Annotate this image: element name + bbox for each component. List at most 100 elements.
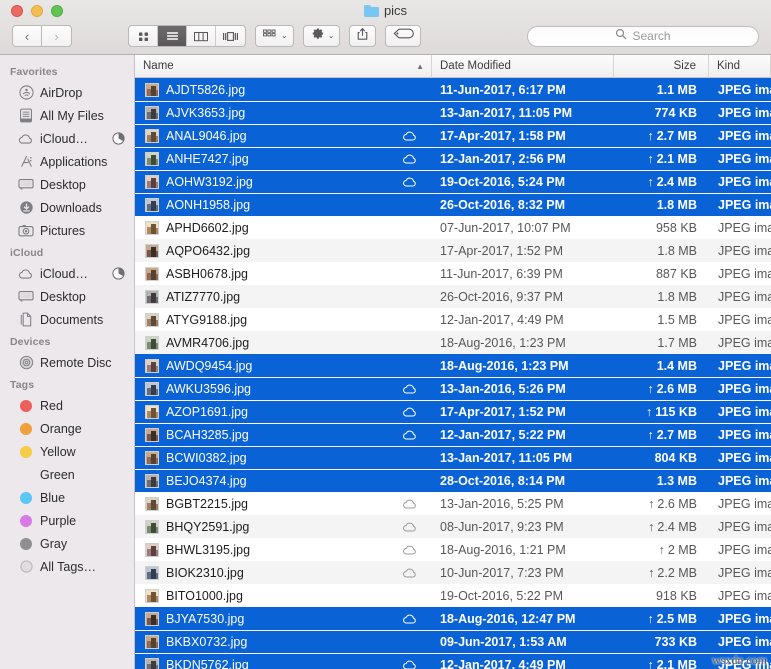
sidebar-item-applications[interactable]: Applications bbox=[0, 150, 134, 173]
sidebar-item-remote-disc[interactable]: Remote Disc bbox=[0, 351, 134, 374]
table-row[interactable]: AJVK3653.jpg 13-Jan-2017, 11:05 PM 774 KB J… bbox=[135, 101, 771, 124]
size-cell: 774 KB bbox=[614, 106, 709, 120]
table-row[interactable]: BCAH3285.jpg 12-Jan-2017, 5:22 PM ↑ 2.7 MB… bbox=[135, 423, 771, 446]
forward-button[interactable]: › bbox=[42, 25, 72, 47]
file-name-cell[interactable]: BJYA7530.jpg bbox=[135, 611, 432, 626]
sidebar-item-pictures[interactable]: Pictures bbox=[0, 219, 134, 242]
icon-view-button[interactable] bbox=[129, 26, 158, 46]
file-name-cell[interactable]: AVMR4706.jpg bbox=[135, 335, 432, 350]
column-header-date[interactable]: Date Modified bbox=[432, 55, 614, 78]
table-row[interactable]: AJDT5826.jpg 11-Jun-2017, 6:17 PM 1.1 MB JP… bbox=[135, 78, 771, 101]
table-row[interactable]: BEJO4374.jpg 28-Oct-2016, 8:14 PM 1.3 MB JP… bbox=[135, 469, 771, 492]
column-header-name[interactable]: Name ▲ bbox=[135, 55, 432, 78]
back-button[interactable]: ‹ bbox=[12, 25, 42, 47]
file-name-cell[interactable]: BCAH3285.jpg bbox=[135, 427, 432, 442]
table-row[interactable]: ATYG9188.jpg 12-Jan-2017, 4:49 PM 1.5 MB JP… bbox=[135, 308, 771, 331]
file-name-cell[interactable]: AOHW3192.jpg bbox=[135, 174, 432, 189]
list-view-button[interactable] bbox=[158, 26, 187, 46]
table-row[interactable]: AWKU3596.jpg 13-Jan-2016, 5:26 PM ↑ 2.6 MB… bbox=[135, 377, 771, 400]
arrange-button[interactable]: ⌄ bbox=[255, 25, 294, 47]
file-name-cell[interactable]: AONH1958.jpg bbox=[135, 197, 432, 212]
tag-button[interactable] bbox=[385, 25, 422, 47]
table-row[interactable]: BGBT2215.jpg 13-Jan-2016, 5:25 PM ↑ 2.6 MB… bbox=[135, 492, 771, 515]
file-name-cell[interactable]: ASBH0678.jpg bbox=[135, 266, 432, 281]
file-list[interactable]: AJDT5826.jpg 11-Jun-2017, 6:17 PM 1.1 MB JP… bbox=[135, 78, 771, 669]
sidebar-item-purple[interactable]: Purple bbox=[0, 509, 134, 532]
file-name-cell[interactable]: AWDQ9454.jpg bbox=[135, 358, 432, 373]
sidebar-item-airdrop[interactable]: AirDrop bbox=[0, 81, 134, 104]
column-header-size[interactable]: Size bbox=[614, 55, 709, 78]
action-button[interactable]: ⌄ bbox=[302, 25, 341, 47]
file-name-cell[interactable]: AJDT5826.jpg bbox=[135, 82, 432, 97]
file-name-cell[interactable]: BGBT2215.jpg bbox=[135, 496, 432, 511]
table-row[interactable]: BHWL3195.jpg 18-Aug-2016, 1:21 PM ↑ 2 MB JP… bbox=[135, 538, 771, 561]
table-row[interactable]: ANHE7427.jpg 12-Jan-2017, 2:56 PM ↑ 2.1 MB… bbox=[135, 147, 771, 170]
file-name-cell[interactable]: BKBX0732.jpg bbox=[135, 634, 432, 649]
table-row[interactable]: AZOP1691.jpg 17-Apr-2017, 1:52 PM ↑ 115 KB… bbox=[135, 400, 771, 423]
table-row[interactable]: BKDN5762.jpg 12-Jan-2017, 4:49 PM ↑ 2.1 MB… bbox=[135, 653, 771, 669]
table-row[interactable]: BKBX0732.jpg 09-Jun-2017, 1:53 AM 733 KB JP… bbox=[135, 630, 771, 653]
table-row[interactable]: BIOK2310.jpg 10-Jun-2017, 7:23 PM ↑ 2.2 MB… bbox=[135, 561, 771, 584]
sidebar-item-orange[interactable]: Orange bbox=[0, 417, 134, 440]
sidebar-item-all-my-files[interactable]: All My Files bbox=[0, 104, 134, 127]
minimize-button[interactable] bbox=[31, 5, 43, 17]
file-name-cell[interactable]: ANAL9046.jpg bbox=[135, 128, 432, 143]
sidebar-item-gray[interactable]: Gray bbox=[0, 532, 134, 555]
date-modified-cell: 19-Oct-2016, 5:24 PM bbox=[440, 174, 566, 189]
sidebar-item-label: Remote Disc bbox=[40, 355, 112, 370]
file-name-cell[interactable]: BIOK2310.jpg bbox=[135, 565, 432, 580]
sidebar-item-downloads[interactable]: Downloads bbox=[0, 196, 134, 219]
file-name-cell[interactable]: APHD6602.jpg bbox=[135, 220, 432, 235]
file-name-cell[interactable]: AWKU3596.jpg bbox=[135, 381, 432, 396]
sidebar-item-desktop[interactable]: Desktop bbox=[0, 173, 134, 196]
zoom-button[interactable] bbox=[51, 5, 63, 17]
gallery-view-button[interactable] bbox=[216, 26, 245, 46]
column-view-button[interactable] bbox=[187, 26, 216, 46]
sidebar-item-icloud[interactable]: iCloud… bbox=[0, 262, 134, 285]
kind-cell: JPEG ima bbox=[718, 588, 771, 603]
sidebar-item-icloud[interactable]: iCloud… bbox=[0, 127, 134, 150]
sidebar-item-blue[interactable]: Blue bbox=[0, 486, 134, 509]
sidebar[interactable]: Favorites AirDrop All My Files iCloud… Ap… bbox=[0, 55, 135, 669]
table-row[interactable]: BITO1000.jpg 19-Oct-2016, 5:22 PM 918 KB JP… bbox=[135, 584, 771, 607]
file-name-cell[interactable]: BKDN5762.jpg bbox=[135, 657, 432, 669]
table-row[interactable]: BHQY2591.jpg 08-Jun-2017, 9:23 PM ↑ 2.4 MB… bbox=[135, 515, 771, 538]
sidebar-item-red[interactable]: Red bbox=[0, 394, 134, 417]
sidebar-item-green[interactable]: Green bbox=[0, 463, 134, 486]
share-button[interactable] bbox=[349, 25, 377, 47]
table-row[interactable]: AQPO6432.jpg 17-Apr-2017, 1:52 PM 1.8 MB JP… bbox=[135, 239, 771, 262]
close-button[interactable] bbox=[11, 5, 23, 17]
file-name-cell[interactable]: ANHE7427.jpg bbox=[135, 151, 432, 166]
file-name-cell[interactable]: BEJO4374.jpg bbox=[135, 473, 432, 488]
search-input[interactable]: Search bbox=[527, 25, 759, 47]
file-name-label: AWKU3596.jpg bbox=[166, 381, 251, 396]
size-label: 2.1 MB bbox=[656, 657, 697, 669]
table-row[interactable]: AONH1958.jpg 26-Oct-2016, 8:32 PM 1.8 MB JP… bbox=[135, 193, 771, 216]
file-name-cell[interactable]: BITO1000.jpg bbox=[135, 588, 432, 603]
table-row[interactable]: BJYA7530.jpg 18-Aug-2016, 12:47 PM ↑ 2.5 M… bbox=[135, 607, 771, 630]
sidebar-item-yellow[interactable]: Yellow bbox=[0, 440, 134, 463]
file-name-cell[interactable]: AQPO6432.jpg bbox=[135, 243, 432, 258]
file-name-label: BEJO4374.jpg bbox=[166, 473, 247, 488]
table-row[interactable]: AVMR4706.jpg 18-Aug-2016, 1:23 PM 1.7 MB JP… bbox=[135, 331, 771, 354]
table-row[interactable]: BCWI0382.jpg 13-Jan-2017, 11:05 PM 804 KB J… bbox=[135, 446, 771, 469]
file-name-cell[interactable]: BHWL3195.jpg bbox=[135, 542, 432, 557]
table-row[interactable]: ANAL9046.jpg 17-Apr-2017, 1:58 PM ↑ 2.7 MB… bbox=[135, 124, 771, 147]
sidebar-item-desktop[interactable]: Desktop bbox=[0, 285, 134, 308]
file-name-cell[interactable]: AZOP1691.jpg bbox=[135, 404, 432, 419]
table-row[interactable]: APHD6602.jpg 07-Jun-2017, 10:07 PM 958 KB J… bbox=[135, 216, 771, 239]
desktop-icon bbox=[18, 177, 34, 193]
table-row[interactable]: ATIZ7770.jpg 26-Oct-2016, 9:37 PM 1.8 MB JP… bbox=[135, 285, 771, 308]
column-header-kind[interactable]: Kind bbox=[709, 55, 771, 78]
file-name-cell[interactable]: BCWI0382.jpg bbox=[135, 450, 432, 465]
file-name-cell[interactable]: ATIZ7770.jpg bbox=[135, 289, 432, 304]
table-row[interactable]: AOHW3192.jpg 19-Oct-2016, 5:24 PM ↑ 2.4 MB… bbox=[135, 170, 771, 193]
table-row[interactable]: AWDQ9454.jpg 18-Aug-2016, 1:23 PM 1.4 MB JP… bbox=[135, 354, 771, 377]
file-name-label: ATIZ7770.jpg bbox=[166, 289, 241, 304]
file-name-cell[interactable]: AJVK3653.jpg bbox=[135, 105, 432, 120]
table-row[interactable]: ASBH0678.jpg 11-Jun-2017, 6:39 PM 887 KB JP… bbox=[135, 262, 771, 285]
file-name-cell[interactable]: ATYG9188.jpg bbox=[135, 312, 432, 327]
sidebar-item-documents[interactable]: Documents bbox=[0, 308, 134, 331]
file-name-cell[interactable]: BHQY2591.jpg bbox=[135, 519, 432, 534]
sidebar-item-all-tags[interactable]: All Tags… bbox=[0, 555, 134, 578]
